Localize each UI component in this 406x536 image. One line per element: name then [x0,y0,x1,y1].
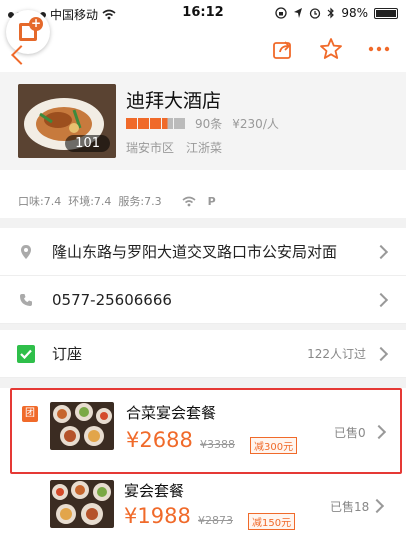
location-pin-icon [21,244,31,259]
deal-image [50,402,114,450]
deal-discount-tag: 减300元 [250,437,298,454]
address-row[interactable]: 隆山东路与罗阳大道交叉路口市公安局对面 [0,228,406,276]
battery-percent: 98% [341,6,368,20]
section-divider [0,218,406,228]
deal-original-price: ¥2873 [198,514,233,527]
cuisine: 江浙菜 [186,141,223,155]
phone-row[interactable]: 0577-25606666 [0,276,406,324]
area-row: 瑞安市区 江浙菜 [126,139,222,156]
deal-item[interactable]: 宴会套餐 ¥1988 ¥2873 减150元 已售18 [0,474,406,536]
score-row: 口味:7.4 环境:7.4 服务:7.3 P [0,170,406,218]
share-button[interactable] [270,36,296,62]
deal-sold-count: 已售0 [334,426,366,440]
score-text: 口味:7.4 环境:7.4 服务:7.3 [18,195,162,208]
chevron-right-icon [373,346,389,361]
phone-number: 0577-25606666 [52,290,172,309]
wifi-icon [182,196,196,206]
bluetooth-icon [327,7,335,19]
deal-price: ¥1988 [124,504,191,528]
deal-discount-tag: 减150元 [248,513,296,530]
favorite-button[interactable] [318,36,344,62]
shop-name: 迪拜大酒店 [126,90,222,112]
star-icon [150,118,161,129]
floating-app-badge[interactable]: + [6,10,50,54]
star-icon [320,38,342,59]
status-bar: 中国移动 16:12 98% [0,0,406,28]
deal-title: 宴会套餐 [124,482,185,500]
group-buy-badge: 团 [22,406,38,422]
section-divider [0,378,406,388]
deal-item[interactable]: 团 合菜宴会套餐 ¥2688 ¥3388 减300元 已售0 [10,388,402,474]
review-count: 90条 [195,117,223,131]
booking-row[interactable]: 订座 122人订过 [0,330,406,378]
address-text: 隆山东路与罗阳大道交叉路口市公安局对面 [52,243,338,261]
status-right: 98% [275,6,398,20]
chevron-right-icon [373,244,389,259]
battery-icon [374,7,398,19]
parking-icon: P [207,194,216,208]
deal-price: ¥2688 [126,428,193,452]
nav-actions [270,36,392,62]
phone-icon [20,293,32,306]
district: 瑞安市区 [126,141,175,155]
deal-original-price: ¥3388 [200,438,235,451]
star-empty-icon [174,118,185,129]
more-icon [368,46,390,52]
deal-sold-count: 已售18 [330,500,370,514]
star-icon [138,118,149,129]
alarm-icon [310,8,321,19]
star-half-icon [162,118,173,129]
rating-row: 90条 ¥230/人 [126,115,279,132]
avg-price: ¥230/人 [232,117,279,131]
shop-header[interactable]: 101 迪拜大酒店 90条 ¥230/人 瑞安市区 江浙菜 [0,72,406,170]
booking-label: 订座 [52,345,83,363]
shop-photo[interactable]: 101 [18,84,116,158]
rating-stars [126,118,185,129]
chevron-right-icon [369,498,385,514]
photo-count: 101 [65,135,110,152]
deal-image [50,480,114,528]
chevron-right-icon [371,424,387,440]
more-button[interactable] [366,36,392,62]
booking-count: 122人订过 [307,347,366,361]
deal-title: 合菜宴会套餐 [126,404,217,422]
chevron-right-icon [373,292,389,307]
checkbox-icon [17,344,35,363]
star-icon [126,118,137,129]
lock-rotation-icon [275,7,287,19]
share-icon [273,41,291,59]
nav-bar: + [0,10,406,72]
app-badge-icon: + [19,17,43,41]
location-icon [294,8,303,18]
